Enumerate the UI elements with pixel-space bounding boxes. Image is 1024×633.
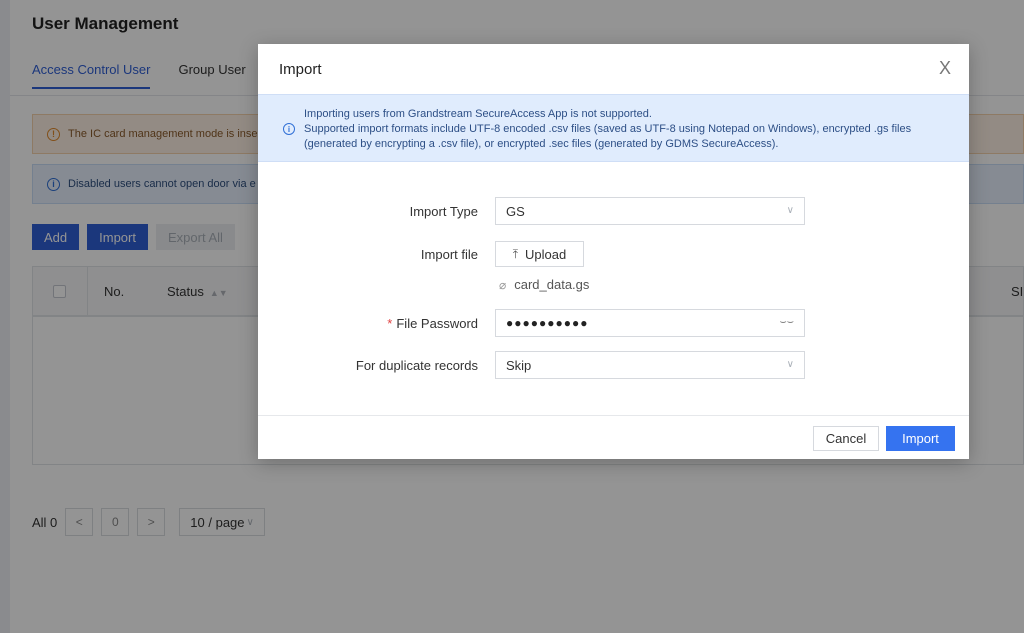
import-type-value: GS [506,203,525,219]
confirm-import-button[interactable]: Import [886,426,955,451]
file-password-row: * File Password ●●●●●●●●●● ⌣⌣ [258,309,969,337]
chevron-down-icon: ∨ [786,205,794,216]
password-value: ●●●●●●●●●● [506,316,589,330]
uploaded-file-row: ⌀ card_data.gs [258,277,969,305]
notice-text: Importing users from Grandstream SecureA… [304,107,944,152]
chevron-down-icon: ∨ [786,359,794,370]
notice-line: Supported import formats include UTF-8 e… [304,123,912,135]
dialog-title: Import [279,61,322,78]
eye-closed-icon[interactable]: ⌣⌣ [780,316,794,329]
info-icon: i [283,123,295,135]
duplicate-records-row: For duplicate records Skip ∨ [258,351,969,379]
duplicate-records-select[interactable]: Skip ∨ [495,351,805,379]
import-dialog: Import X i Importing users from Grandstr… [258,44,969,459]
close-icon[interactable]: X [939,58,951,79]
required-mark: * [387,316,393,331]
uploaded-file[interactable]: ⌀ card_data.gs [499,277,589,292]
notice-line: (generated by encrypting a .csv file), o… [304,138,779,150]
paperclip-icon: ⌀ [499,277,507,292]
duplicate-records-value: Skip [506,357,532,373]
file-password-input[interactable]: ●●●●●●●●●● ⌣⌣ [495,309,805,337]
import-type-row: Import Type GS ∨ [258,197,969,225]
import-file-label: Import file [420,247,478,262]
import-type-label: Import Type [409,204,478,219]
dialog-footer: Cancel Import [258,415,969,459]
file-password-label: * File Password [387,316,478,331]
upload-icon: ⤒ [512,246,519,261]
cancel-button[interactable]: Cancel [813,426,879,451]
notice-line: Importing users from Grandstream SecureA… [304,108,652,120]
uploaded-file-name: card_data.gs [514,277,590,292]
dialog-header: Import X [258,44,969,94]
duplicate-records-label: For duplicate records [355,358,478,373]
import-type-select[interactable]: GS ∨ [495,197,805,225]
import-file-row: Import file ⤒ Upload [258,241,969,269]
upload-button-label: Upload [525,246,567,262]
file-password-label-text: File Password [396,316,478,331]
import-notice: i Importing users from Grandstream Secur… [258,94,969,162]
upload-button[interactable]: ⤒ Upload [495,241,584,267]
